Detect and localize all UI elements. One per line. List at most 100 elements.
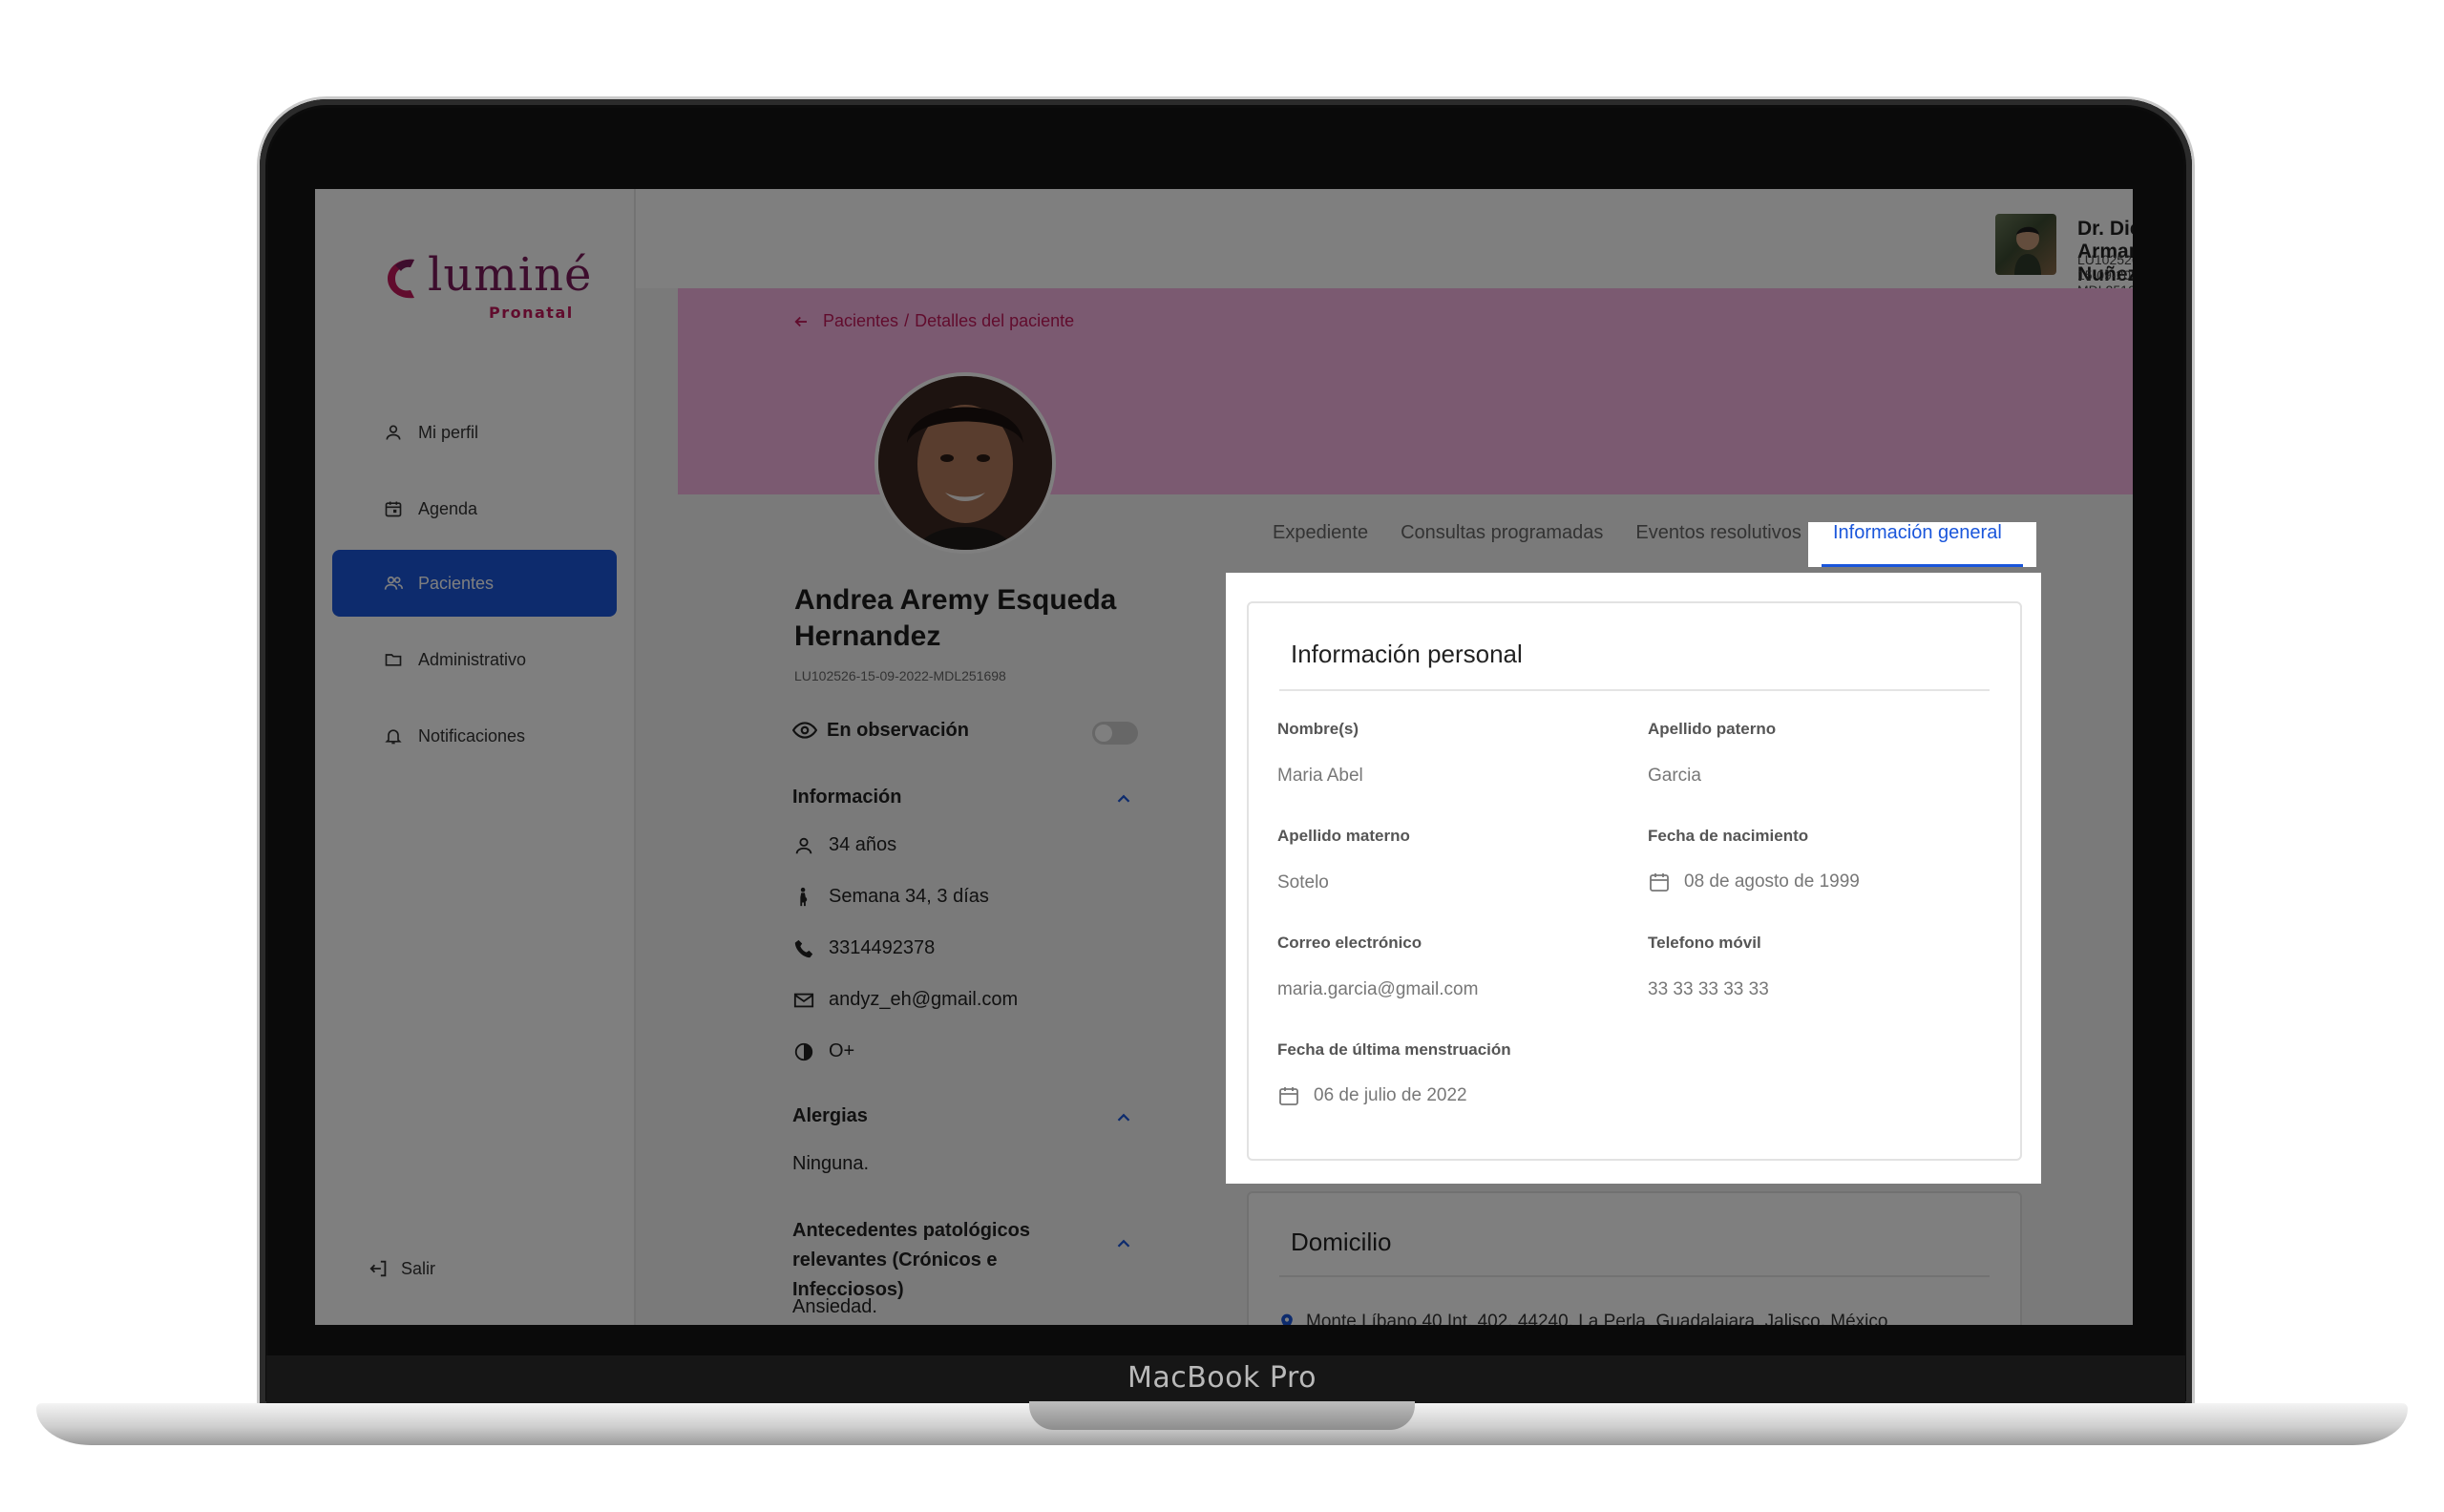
menstruacion-label: Fecha de última menstruación — [1277, 1040, 1511, 1059]
tab-informacion-general[interactable]: Información general — [1808, 522, 2036, 567]
fecha-nacimiento-value: 08 de agosto de 1999 — [1684, 872, 1860, 892]
patient-email: andyz_eh@gmail.com — [792, 989, 1018, 1011]
tab-eventos-resolutivos[interactable]: Eventos resolutivos — [1619, 522, 1817, 567]
patient-email-value: andyz_eh@gmail.com — [829, 989, 1019, 1010]
address-row: Monte Líbano 40 Int. 402, 44240, La Perl… — [1277, 1312, 1887, 1325]
patient-age-value: 34 años — [829, 834, 897, 855]
correo-value: maria.garcia@gmail.com — [1277, 979, 1479, 999]
phone-icon — [792, 938, 815, 959]
telefono-label: Telefono móvil — [1648, 934, 1761, 952]
tab-consultas-programadas[interactable]: Consultas programadas — [1384, 522, 1619, 567]
contrast-icon — [792, 1041, 815, 1062]
device-label: MacBook Pro — [1127, 1361, 1317, 1395]
divider — [1279, 1275, 1990, 1277]
back-arrow-icon[interactable] — [792, 313, 810, 330]
apellido-materno-label: Apellido materno — [1277, 827, 1410, 845]
tab-expediente[interactable]: Expediente — [1256, 522, 1384, 567]
patient-phone-value: 3314492378 — [829, 937, 936, 958]
allergies-value: Ninguna. — [792, 1153, 870, 1174]
sidebar-item-label: Mi perfil — [418, 422, 479, 442]
sidebar-item-mi-perfil[interactable]: Mi perfil — [332, 399, 617, 466]
logout-label: Salir — [401, 1258, 436, 1278]
observation-label: En observación — [827, 719, 969, 741]
bell-icon — [382, 724, 405, 747]
breadcrumb-pacientes[interactable]: Pacientes — [823, 311, 898, 331]
personal-info-title: Información personal — [1291, 640, 1523, 668]
brand-name: luminé — [428, 248, 593, 302]
calendar-icon — [382, 497, 405, 520]
personal-info-highlight: Información personal Nombre(s) Maria Abe… — [1226, 573, 2041, 1184]
address-value: Monte Líbano 40 Int. 402, 44240, La Perl… — [1306, 1312, 1888, 1325]
address-card-title: Domicilio — [1291, 1228, 1392, 1256]
telefono-value: 33 33 33 33 33 — [1648, 979, 1769, 999]
sidebar: luminé Pronatal Mi perfil Agenda Pacient… — [315, 189, 636, 1325]
chevron-up-icon[interactable] — [1113, 1107, 1134, 1134]
history-section-header[interactable]: Antecedentes patológicos relevantes (Cró… — [792, 1216, 1138, 1305]
sidebar-item-notificaciones[interactable]: Notificaciones — [332, 703, 617, 769]
allergies-section-header[interactable]: Alergias — [792, 1105, 1138, 1127]
laptop-notch — [1029, 1401, 1415, 1430]
breadcrumb-separator: / — [904, 311, 910, 330]
sidebar-item-label: Administrativo — [418, 649, 527, 669]
personal-info-card: Información personal Nombre(s) Maria Abe… — [1247, 601, 2022, 1161]
calendar-icon — [1277, 1084, 1300, 1107]
apellido-paterno-label: Apellido paterno — [1648, 720, 1777, 738]
correo-label: Correo electrónico — [1277, 934, 1422, 952]
history-title: Antecedentes patológicos relevantes (Cró… — [792, 1220, 1030, 1300]
patient-age: 34 años — [792, 834, 896, 856]
sidebar-item-administrativo[interactable]: Administrativo — [332, 626, 617, 693]
patient-id: LU102526-15-09-2022-MDL251698 — [794, 668, 1006, 683]
chevron-up-icon[interactable] — [1113, 788, 1134, 815]
patient-week: Semana 34, 3 días — [792, 886, 989, 908]
doctor-avatar[interactable] — [1995, 214, 2056, 275]
screen: luminé Pronatal Mi perfil Agenda Pacient… — [315, 189, 2133, 1325]
active-tab-highlight: Información general — [1808, 491, 2036, 567]
chevron-up-icon[interactable] — [1113, 1233, 1134, 1264]
apellido-materno-value: Sotelo — [1277, 872, 1329, 892]
sidebar-item-label: Notificaciones — [418, 725, 526, 746]
menstruacion-value: 06 de julio de 2022 — [1314, 1085, 1467, 1105]
history-value: Ansiedad. — [792, 1296, 877, 1317]
logo-mark-icon — [388, 259, 414, 299]
patient-week-value: Semana 34, 3 días — [829, 886, 989, 907]
breadcrumb: Pacientes / Detalles del paciente — [792, 311, 1074, 331]
patient-name: Andrea Aremy Esqueda Hernandez — [794, 584, 1117, 652]
sidebar-item-pacientes[interactable]: Pacientes — [332, 550, 617, 617]
user-icon — [792, 835, 815, 856]
tab-bar: Expediente Consultas programadas Eventos… — [1256, 491, 1818, 567]
patient-blood-value: O+ — [829, 1040, 855, 1061]
nombre-label: Nombre(s) — [1277, 720, 1359, 738]
apellido-paterno-value: Garcia — [1648, 766, 1701, 786]
patient-photo — [874, 372, 1056, 554]
sidebar-item-agenda[interactable]: Agenda — [332, 475, 617, 542]
users-icon — [382, 572, 405, 595]
location-icon — [1277, 1312, 1296, 1325]
topbar: Dr. Diego Armando Nuñez Quiroz LU102526-… — [636, 189, 2133, 308]
logout-button[interactable]: Salir — [369, 1258, 435, 1279]
info-section-header[interactable]: Información — [792, 787, 1138, 808]
fecha-nacimiento-label: Fecha de nacimiento — [1648, 827, 1809, 845]
brand-sub: Pronatal — [489, 304, 574, 322]
allergies-title: Alergias — [792, 1105, 868, 1126]
info-section-title: Información — [792, 787, 902, 808]
sidebar-item-label: Pacientes — [418, 573, 495, 593]
breadcrumb-current: Detalles del paciente — [915, 311, 1075, 330]
observation-toggle[interactable] — [1092, 722, 1138, 745]
mail-icon — [792, 990, 815, 1011]
brand-logo: luminé Pronatal — [382, 248, 591, 330]
fecha-nacimiento-field: 08 de agosto de 1999 — [1648, 871, 1860, 893]
pregnant-icon — [792, 887, 815, 908]
eye-icon — [792, 718, 817, 743]
user-icon — [382, 421, 405, 444]
logout-icon — [369, 1258, 390, 1279]
divider — [1279, 689, 1990, 691]
patient-blood: O+ — [792, 1040, 854, 1062]
nombre-value: Maria Abel — [1277, 766, 1363, 786]
address-card: Domicilio Monte Líbano 40 Int. 402, 4424… — [1247, 1191, 2022, 1325]
folder-icon — [382, 648, 405, 671]
patient-phone: 3314492378 — [792, 937, 935, 959]
observation-row: En observación — [792, 718, 1138, 745]
calendar-icon — [1648, 871, 1671, 893]
menstruacion-field: 06 de julio de 2022 — [1277, 1084, 1467, 1107]
sidebar-item-label: Agenda — [418, 498, 478, 518]
